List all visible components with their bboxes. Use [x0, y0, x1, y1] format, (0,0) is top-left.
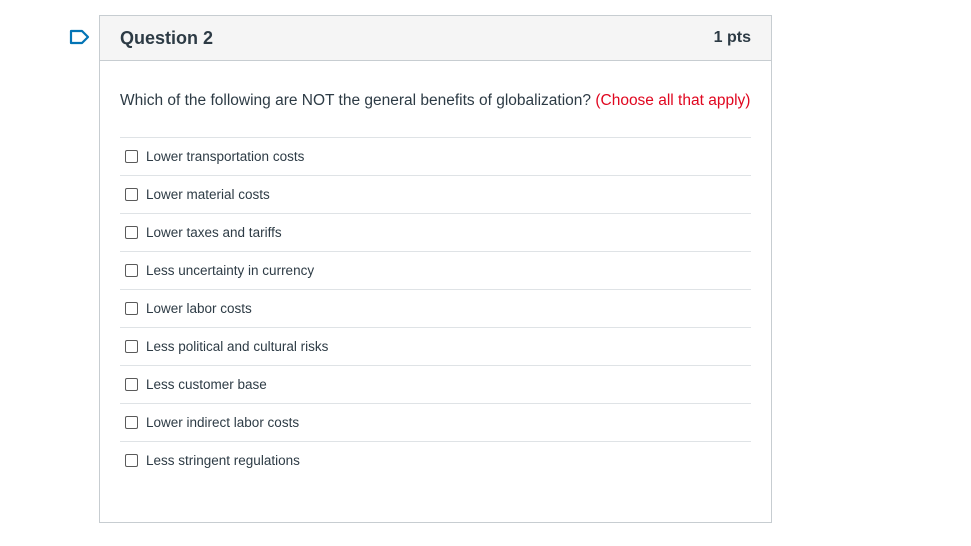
answer-option[interactable]: Less uncertainty in currency [120, 252, 751, 290]
answer-label[interactable]: Less political and cultural risks [146, 339, 328, 354]
question-prompt: Which of the following are NOT the gener… [120, 92, 592, 109]
answer-option[interactable]: Less customer base [120, 366, 751, 404]
answer-checkbox[interactable] [125, 264, 138, 277]
answer-checkbox[interactable] [125, 302, 138, 315]
answer-checkbox[interactable] [125, 378, 138, 391]
answer-option[interactable]: Lower taxes and tariffs [120, 214, 751, 252]
question-body: Which of the following are NOT the gener… [100, 61, 771, 479]
answer-option[interactable]: Less political and cultural risks [120, 328, 751, 366]
answer-option[interactable]: Less stringent regulations [120, 442, 751, 479]
answer-label[interactable]: Less customer base [146, 377, 267, 392]
answer-checkbox[interactable] [125, 226, 138, 239]
answer-list: Lower transportation costs Lower materia… [120, 137, 751, 479]
answer-option[interactable]: Lower labor costs [120, 290, 751, 328]
answer-label[interactable]: Less uncertainty in currency [146, 263, 314, 278]
answer-label[interactable]: Lower indirect labor costs [146, 415, 299, 430]
question-instruction: (Choose all that apply) [595, 92, 751, 109]
quiz-page: Question 2 1 pts Which of the following … [0, 0, 971, 546]
question-card: Question 2 1 pts Which of the following … [99, 15, 772, 523]
answer-label[interactable]: Lower material costs [146, 187, 270, 202]
answer-checkbox[interactable] [125, 150, 138, 163]
answer-checkbox[interactable] [125, 340, 138, 353]
answer-option[interactable]: Lower material costs [120, 176, 751, 214]
flag-question-icon[interactable] [69, 29, 91, 45]
answer-label[interactable]: Less stringent regulations [146, 453, 300, 468]
answer-label[interactable]: Lower taxes and tariffs [146, 225, 282, 240]
question-text: Which of the following are NOT the gener… [120, 89, 751, 113]
answer-checkbox[interactable] [125, 454, 138, 467]
question-points: 1 pts [713, 29, 751, 46]
answer-checkbox[interactable] [125, 188, 138, 201]
answer-option[interactable]: Lower indirect labor costs [120, 404, 751, 442]
answer-label[interactable]: Lower transportation costs [146, 149, 304, 164]
question-header: Question 2 1 pts [100, 16, 771, 61]
answer-label[interactable]: Lower labor costs [146, 301, 252, 316]
answer-option[interactable]: Lower transportation costs [120, 138, 751, 176]
question-title: Question 2 [120, 27, 214, 48]
answer-checkbox[interactable] [125, 416, 138, 429]
